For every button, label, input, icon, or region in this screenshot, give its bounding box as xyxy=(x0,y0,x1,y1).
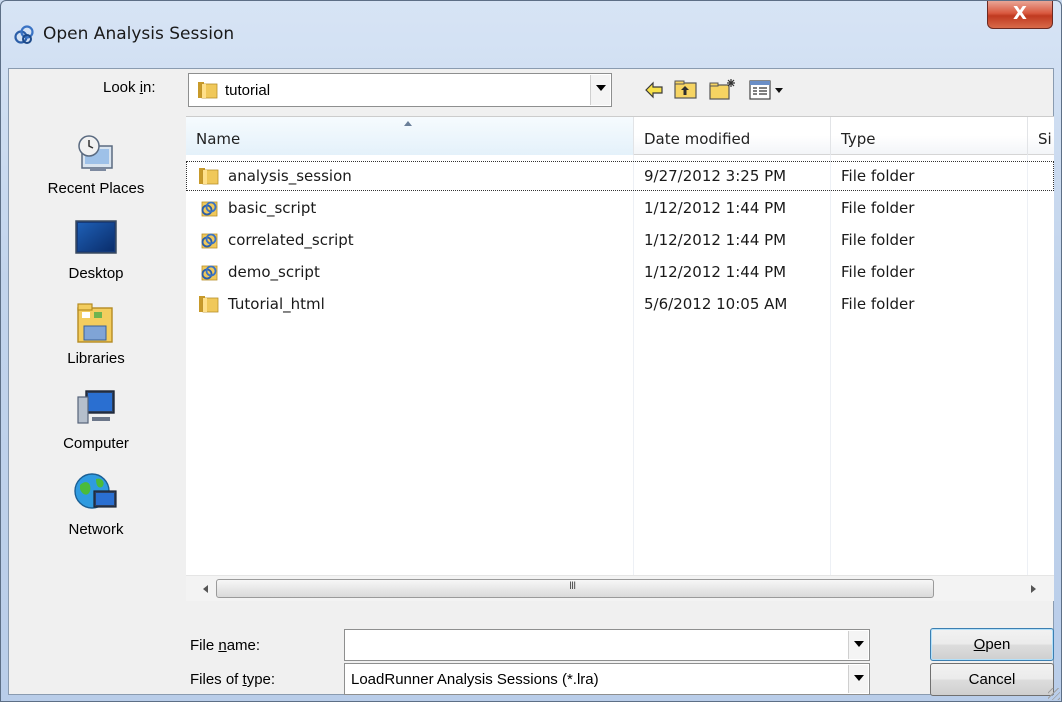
list-item[interactable]: basic_script 1/12/2012 1:44 PM File fold… xyxy=(186,193,1054,223)
look-in-label: Look in: xyxy=(103,79,156,96)
file-date: 1/12/2012 1:44 PM xyxy=(644,199,787,217)
list-item[interactable]: analysis_session 9/27/2012 3:25 PM File … xyxy=(186,161,1054,191)
place-desktop[interactable]: Desktop xyxy=(8,217,184,282)
script-folder-icon xyxy=(201,233,218,249)
horizontal-scrollbar[interactable] xyxy=(186,575,1054,601)
place-recent-places[interactable]: Recent Places xyxy=(8,132,184,197)
title-bar: Open Analysis Session X xyxy=(1,1,1061,69)
file-date: 1/12/2012 1:44 PM xyxy=(644,263,787,281)
views-menu-icon[interactable] xyxy=(748,78,788,102)
file-type: File folder xyxy=(841,295,915,313)
window-title: Open Analysis Session xyxy=(43,24,235,44)
chevron-down-icon[interactable] xyxy=(848,631,868,659)
folder-icon xyxy=(198,82,218,99)
look-in-value: tutorial xyxy=(225,82,271,99)
file-type-select[interactable]: LoadRunner Analysis Sessions (*.lra) xyxy=(344,663,870,695)
look-in-dropdown[interactable]: tutorial xyxy=(188,73,612,107)
place-computer[interactable]: Computer xyxy=(8,387,184,452)
place-label: Desktop xyxy=(68,265,124,282)
place-label: Computer xyxy=(63,435,129,452)
cancel-button[interactable]: Cancel xyxy=(930,663,1054,696)
file-type: File folder xyxy=(841,231,915,249)
scroll-right-icon[interactable] xyxy=(1020,576,1046,602)
chevron-down-icon[interactable] xyxy=(590,75,610,105)
place-network[interactable]: Network xyxy=(8,469,184,538)
list-header: Name Date modified Type Si xyxy=(186,117,1054,155)
list-item[interactable]: demo_script 1/12/2012 1:44 PM File folde… xyxy=(186,257,1054,287)
place-label: Network xyxy=(68,521,124,538)
scrollbar-thumb[interactable] xyxy=(216,579,934,598)
file-name: Tutorial_html xyxy=(228,295,325,313)
sort-ascending-icon xyxy=(404,121,412,126)
open-button[interactable]: Open xyxy=(930,628,1054,661)
file-name-label: File name: xyxy=(190,637,261,654)
column-header-type[interactable]: Type xyxy=(831,117,1027,155)
file-type: File folder xyxy=(841,263,915,281)
place-label: Recent Places xyxy=(47,180,145,197)
list-item[interactable]: correlated_script 1/12/2012 1:44 PM File… xyxy=(186,225,1054,255)
file-date: 5/6/2012 10:05 AM xyxy=(644,295,788,313)
file-name: correlated_script xyxy=(228,231,354,249)
new-folder-icon[interactable] xyxy=(708,78,738,102)
script-folder-icon xyxy=(201,265,218,281)
file-type: File folder xyxy=(841,167,915,185)
file-name: analysis_session xyxy=(228,167,352,185)
desktop-icon xyxy=(75,220,117,254)
resize-grip[interactable] xyxy=(1048,688,1060,700)
up-folder-icon[interactable] xyxy=(673,78,699,102)
file-type: File folder xyxy=(841,199,915,217)
recent-places-icon xyxy=(78,135,113,171)
folder-icon xyxy=(199,168,219,185)
files-of-type-label: Files of type: xyxy=(190,671,276,688)
close-button[interactable]: X xyxy=(987,1,1053,29)
file-type-value: LoadRunner Analysis Sessions (*.lra) xyxy=(351,671,599,688)
place-libraries[interactable]: Libraries xyxy=(8,300,184,367)
column-header-date[interactable]: Date modified xyxy=(634,117,830,155)
places-bar: Recent Places Desktop Libraries Computer xyxy=(8,117,184,695)
place-label: Libraries xyxy=(67,350,125,367)
script-folder-icon xyxy=(201,201,218,217)
file-name: demo_script xyxy=(228,263,320,281)
libraries-icon xyxy=(77,303,113,343)
file-date: 9/27/2012 3:25 PM xyxy=(644,167,787,185)
column-header-name[interactable]: Name xyxy=(186,117,633,155)
chevron-down-icon[interactable] xyxy=(848,665,868,693)
network-icon xyxy=(74,473,117,509)
back-arrow-icon[interactable] xyxy=(643,78,665,102)
column-header-size[interactable]: Si xyxy=(1028,117,1054,155)
folder-icon xyxy=(199,296,219,313)
loadrunner-app-icon xyxy=(14,25,34,44)
file-date: 1/12/2012 1:44 PM xyxy=(644,231,787,249)
file-name: basic_script xyxy=(228,199,317,217)
file-list-view[interactable]: Name Date modified Type Si analysis_sess… xyxy=(186,116,1054,601)
computer-icon xyxy=(77,390,115,424)
list-item[interactable]: Tutorial_html 5/6/2012 10:05 AM File fol… xyxy=(186,289,1054,319)
file-name-input[interactable] xyxy=(344,629,870,661)
